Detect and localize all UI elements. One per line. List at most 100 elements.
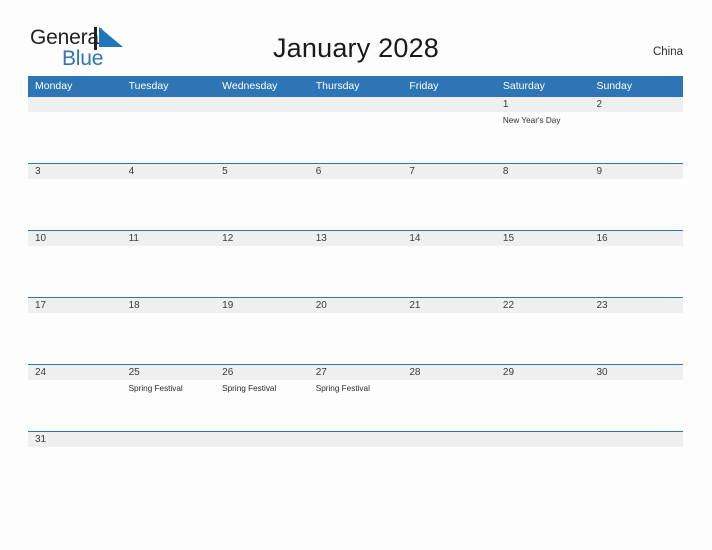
day-number[interactable]: 10 — [28, 231, 122, 246]
day-number[interactable] — [28, 97, 122, 112]
day-number[interactable]: 26 — [215, 365, 309, 380]
day-cell[interactable] — [496, 313, 590, 364]
day-number[interactable] — [215, 97, 309, 112]
day-cell[interactable] — [28, 313, 122, 364]
day-cell[interactable] — [309, 179, 403, 230]
day-number[interactable]: 18 — [122, 298, 216, 313]
day-number[interactable]: 13 — [309, 231, 403, 246]
day-cell[interactable] — [402, 112, 496, 163]
day-number[interactable]: 3 — [28, 164, 122, 179]
week-body-strip — [28, 246, 683, 297]
day-cell[interactable] — [309, 447, 403, 461]
weekday-header-row: Monday Tuesday Wednesday Thursday Friday… — [28, 76, 683, 96]
day-number[interactable]: 31 — [28, 432, 122, 447]
day-number[interactable]: 9 — [589, 164, 683, 179]
day-number[interactable]: 7 — [402, 164, 496, 179]
day-number[interactable]: 16 — [589, 231, 683, 246]
day-number[interactable]: 15 — [496, 231, 590, 246]
day-number[interactable]: 12 — [215, 231, 309, 246]
day-number[interactable]: 27 — [309, 365, 403, 380]
day-cell[interactable] — [496, 246, 590, 297]
day-number[interactable]: 6 — [309, 164, 403, 179]
day-cell[interactable]: Spring Festival — [122, 380, 216, 431]
day-cell[interactable] — [589, 179, 683, 230]
page-header: General Blue January 2028 China — [0, 0, 712, 76]
day-cell[interactable]: New Year's Day — [496, 112, 590, 163]
day-cell[interactable] — [215, 246, 309, 297]
day-cell[interactable] — [122, 179, 216, 230]
day-cell[interactable] — [589, 447, 683, 461]
day-cell[interactable] — [589, 380, 683, 431]
day-cell[interactable] — [122, 246, 216, 297]
day-cell[interactable] — [589, 112, 683, 163]
day-number[interactable]: 1 — [496, 97, 590, 112]
day-cell[interactable] — [496, 447, 590, 461]
day-cell[interactable] — [402, 179, 496, 230]
day-cell[interactable]: Spring Festival — [309, 380, 403, 431]
day-cell[interactable] — [309, 112, 403, 163]
day-cell[interactable] — [122, 447, 216, 461]
week-date-strip: 10 11 12 13 14 15 16 — [28, 231, 683, 246]
week-body-strip — [28, 313, 683, 364]
day-cell[interactable] — [309, 246, 403, 297]
day-cell[interactable]: Spring Festival — [215, 380, 309, 431]
day-cell[interactable] — [28, 179, 122, 230]
day-number[interactable]: 30 — [589, 365, 683, 380]
day-cell[interactable] — [122, 112, 216, 163]
day-number[interactable] — [402, 432, 496, 447]
day-number[interactable]: 2 — [589, 97, 683, 112]
day-number[interactable]: 4 — [122, 164, 216, 179]
day-cell[interactable] — [28, 447, 122, 461]
day-number[interactable]: 23 — [589, 298, 683, 313]
day-number[interactable]: 19 — [215, 298, 309, 313]
day-cell[interactable] — [402, 447, 496, 461]
day-number[interactable]: 22 — [496, 298, 590, 313]
day-cell[interactable] — [28, 246, 122, 297]
day-cell[interactable] — [402, 313, 496, 364]
day-number[interactable]: 29 — [496, 365, 590, 380]
day-cell[interactable] — [215, 447, 309, 461]
day-cell[interactable] — [496, 380, 590, 431]
day-cell[interactable] — [215, 313, 309, 364]
day-number[interactable] — [496, 432, 590, 447]
day-cell[interactable] — [28, 112, 122, 163]
day-number[interactable]: 17 — [28, 298, 122, 313]
day-number[interactable]: 28 — [402, 365, 496, 380]
week-body-strip — [28, 179, 683, 230]
day-cell[interactable] — [215, 179, 309, 230]
day-cell[interactable] — [496, 179, 590, 230]
day-number[interactable]: 25 — [122, 365, 216, 380]
day-cell[interactable] — [215, 112, 309, 163]
day-cell[interactable] — [122, 313, 216, 364]
day-number[interactable]: 21 — [402, 298, 496, 313]
day-number[interactable]: 8 — [496, 164, 590, 179]
day-number[interactable]: 5 — [215, 164, 309, 179]
day-number[interactable] — [122, 97, 216, 112]
day-number[interactable]: 24 — [28, 365, 122, 380]
day-cell[interactable] — [402, 246, 496, 297]
day-event: New Year's Day — [502, 116, 561, 125]
day-number[interactable] — [309, 97, 403, 112]
day-number[interactable]: 14 — [402, 231, 496, 246]
day-number[interactable] — [215, 432, 309, 447]
week-body-strip: New Year's Day — [28, 112, 683, 163]
day-number[interactable] — [402, 97, 496, 112]
day-cell[interactable] — [589, 313, 683, 364]
week-body-strip: Spring Festival Spring Festival Spring F… — [28, 380, 683, 431]
calendar-grid: Monday Tuesday Wednesday Thursday Friday… — [28, 76, 683, 461]
day-number[interactable]: 20 — [309, 298, 403, 313]
day-number[interactable] — [122, 432, 216, 447]
week-row: 1 2 New Year's Day — [28, 96, 683, 163]
day-cell[interactable] — [309, 313, 403, 364]
day-number[interactable] — [589, 432, 683, 447]
week-date-strip: 3 4 5 6 7 8 9 — [28, 164, 683, 179]
week-row: 17 18 19 20 21 22 23 — [28, 297, 683, 364]
day-cell[interactable] — [28, 380, 122, 431]
day-cell[interactable] — [402, 380, 496, 431]
weekday-header-tuesday: Tuesday — [128, 80, 169, 92]
day-number[interactable] — [309, 432, 403, 447]
day-event: Spring Festival — [222, 384, 277, 393]
day-number[interactable]: 11 — [122, 231, 216, 246]
week-row: 31 — [28, 431, 683, 461]
day-cell[interactable] — [589, 246, 683, 297]
